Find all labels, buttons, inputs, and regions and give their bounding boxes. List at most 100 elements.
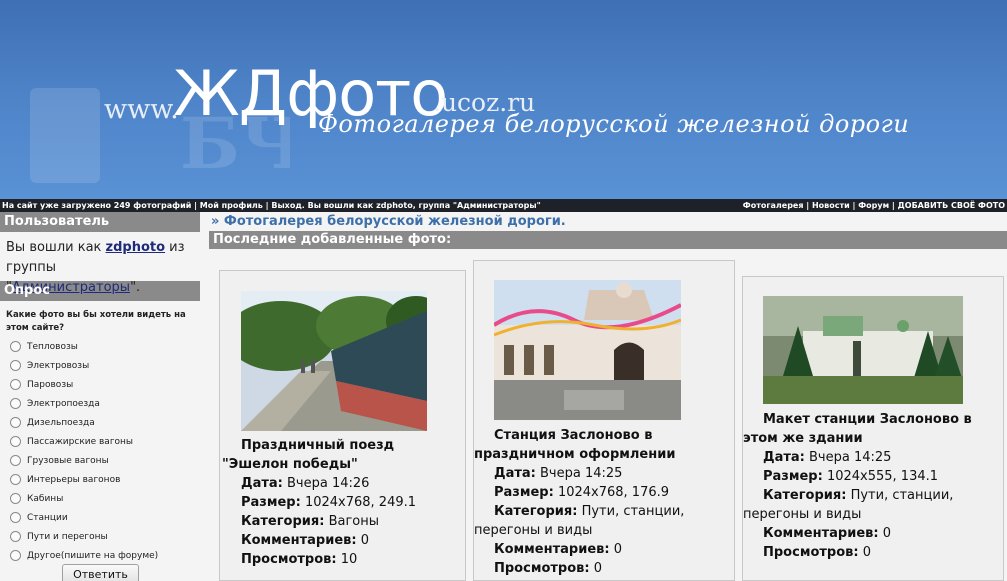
photo-title[interactable]: Праздничный поезд "Эшелон победы" (222, 438, 394, 472)
poll-option[interactable]: Электровозы (0, 356, 200, 375)
site-subtitle: Фотогалерея белорусской железной дороги (318, 110, 910, 138)
poll-question: Какие фото вы бы хотели видеть на этом с… (6, 310, 186, 333)
poll-option[interactable]: Пути и перегоны (0, 527, 200, 546)
photo-caption: Станция Заслоново в праздничном оформлен… (474, 426, 732, 578)
poll-option-label: Дизельпоезда (27, 417, 95, 428)
photo-image (494, 280, 681, 420)
poll-option-label: Грузовые вагоны (27, 455, 109, 466)
photo-comments: 0 (613, 542, 622, 557)
photo-card: Праздничный поезд "Эшелон победы" Дата: … (219, 270, 466, 581)
poll-reply-button[interactable]: Ответить (62, 564, 139, 581)
radio-button[interactable] (10, 550, 21, 561)
radio-button[interactable] (10, 474, 21, 485)
poll-option[interactable]: Паровозы (0, 375, 200, 394)
photo-comments: 0 (360, 533, 369, 548)
photo-views: 10 (340, 552, 358, 567)
radio-button[interactable] (10, 455, 21, 466)
logged-in-text: Вы вошли как (6, 240, 106, 255)
sidebar: Пользователь Вы вошли как zdphoto из гру… (0, 212, 200, 581)
poll-option-label: Паровозы (27, 379, 74, 390)
views-label: Просмотров: (763, 545, 859, 560)
nav-link-forum[interactable]: Форум (858, 201, 889, 210)
photo-views: 0 (862, 545, 871, 560)
poll-option-label: Интерьеры вагонов (27, 474, 121, 485)
category-label: Категория: (763, 488, 847, 503)
poll-option-label: Станции (27, 512, 68, 523)
radio-button[interactable] (10, 417, 21, 428)
views-label: Просмотров: (241, 552, 337, 567)
poll-option-label: Пассажирские вагоны (27, 436, 134, 447)
site-header: БЧ www. ЖДфото .ucoz.ru Фотогалерея бело… (0, 0, 1007, 199)
poll-option[interactable]: Интерьеры вагонов (0, 470, 200, 489)
username-link[interactable]: zdphoto (106, 240, 166, 255)
date-label: Дата: (763, 450, 805, 465)
breadcrumb[interactable]: » Фотогалерея белорусской железной дорог… (209, 212, 1007, 231)
photo-image (241, 291, 427, 431)
top-nav: Фотогалерея | Новости | Форум | ДОБАВИТЬ… (742, 201, 1005, 210)
size-label: Размер: (494, 485, 554, 500)
photo-size: 1024x768, 176.9 (557, 485, 670, 500)
radio-button[interactable] (10, 379, 21, 390)
date-label: Дата: (494, 466, 536, 481)
radio-button[interactable] (10, 531, 21, 542)
poll-option-label: Тепловозы (27, 341, 78, 352)
photo-thumbnail[interactable] (763, 296, 963, 404)
main-content: » Фотогалерея белорусской железной дорог… (209, 212, 1007, 581)
photo-card: Макет станции Заслоново в этом же здании… (742, 276, 1004, 581)
radio-button[interactable] (10, 360, 21, 371)
top-status-bar: На сайт уже загружено 249 фотографий | М… (0, 199, 1007, 212)
photo-title[interactable]: Макет станции Заслоново в этом же здании (743, 412, 972, 446)
user-block-heading: Пользователь (0, 212, 200, 232)
photo-size: 1024x768, 249.1 (304, 495, 417, 510)
poll-option[interactable]: Дизельпоезда (0, 413, 200, 432)
poll-option-label: Электровозы (27, 360, 90, 371)
comments-label: Комментариев: (241, 533, 357, 548)
photo-card: Станция Заслоново в праздничном оформлен… (473, 260, 735, 581)
status-text[interactable]: На сайт уже загружено 249 фотографий | М… (2, 199, 541, 212)
category-label: Категория: (241, 514, 325, 529)
poll-option-label: Другое(пишите на форуме) (27, 550, 159, 561)
nav-link-add-photo[interactable]: ДОБАВИТЬ СВОЁ ФОТО (898, 201, 1005, 210)
poll-options: Тепловозы Электровозы Паровозы Электропо… (0, 337, 200, 565)
photo-date: Вчера 14:25 (540, 466, 623, 481)
group-suffix-text: ". (130, 280, 141, 295)
size-label: Размер: (763, 469, 823, 484)
size-label: Размер: (241, 495, 301, 510)
photo-category[interactable]: Вагоны (329, 514, 379, 529)
section-heading: Последние добавленные фото: (209, 231, 1007, 249)
photo-caption: Макет станции Заслоново в этом же здании… (743, 410, 1001, 562)
poll-option[interactable]: Станции (0, 508, 200, 527)
photo-views: 0 (593, 561, 602, 576)
poll-option[interactable]: Грузовые вагоны (0, 451, 200, 470)
user-info: Вы вошли как zdphoto из группы "Админист… (0, 232, 200, 295)
poll-option[interactable]: Тепловозы (0, 337, 200, 356)
logo-www: www. (104, 94, 179, 125)
radio-button[interactable] (10, 436, 21, 447)
poll-option-label: Кабины (27, 493, 64, 504)
photo-thumbnail[interactable] (494, 280, 681, 420)
radio-button[interactable] (10, 341, 21, 352)
radio-button[interactable] (10, 398, 21, 409)
radio-button[interactable] (10, 493, 21, 504)
photo-title[interactable]: Станция Заслоново в праздничном оформлен… (474, 428, 675, 462)
category-label: Категория: (494, 504, 578, 519)
comments-label: Комментариев: (494, 542, 610, 557)
photo-size: 1024x555, 134.1 (826, 469, 939, 484)
photo-date: Вчера 14:25 (809, 450, 892, 465)
poll-option-label: Электропоезда (27, 398, 100, 409)
nav-link-gallery[interactable]: Фотогалерея (743, 201, 804, 210)
poll-option-label: Пути и перегоны (27, 531, 108, 542)
date-label: Дата: (241, 476, 283, 491)
photo-thumbnail[interactable] (241, 291, 427, 431)
poll-option[interactable]: Пассажирские вагоны (0, 432, 200, 451)
comments-label: Комментариев: (763, 526, 879, 541)
poll-option[interactable]: Другое(пишите на форуме) (0, 546, 200, 565)
nav-link-news[interactable]: Новости (812, 201, 850, 210)
photo-image (763, 296, 963, 404)
photo-caption: Праздничный поезд "Эшелон победы" Дата: … (222, 436, 462, 569)
photo-comments: 0 (882, 526, 891, 541)
photo-date: Вчера 14:26 (287, 476, 370, 491)
poll-option[interactable]: Электропоезда (0, 394, 200, 413)
poll-option[interactable]: Кабины (0, 489, 200, 508)
radio-button[interactable] (10, 512, 21, 523)
